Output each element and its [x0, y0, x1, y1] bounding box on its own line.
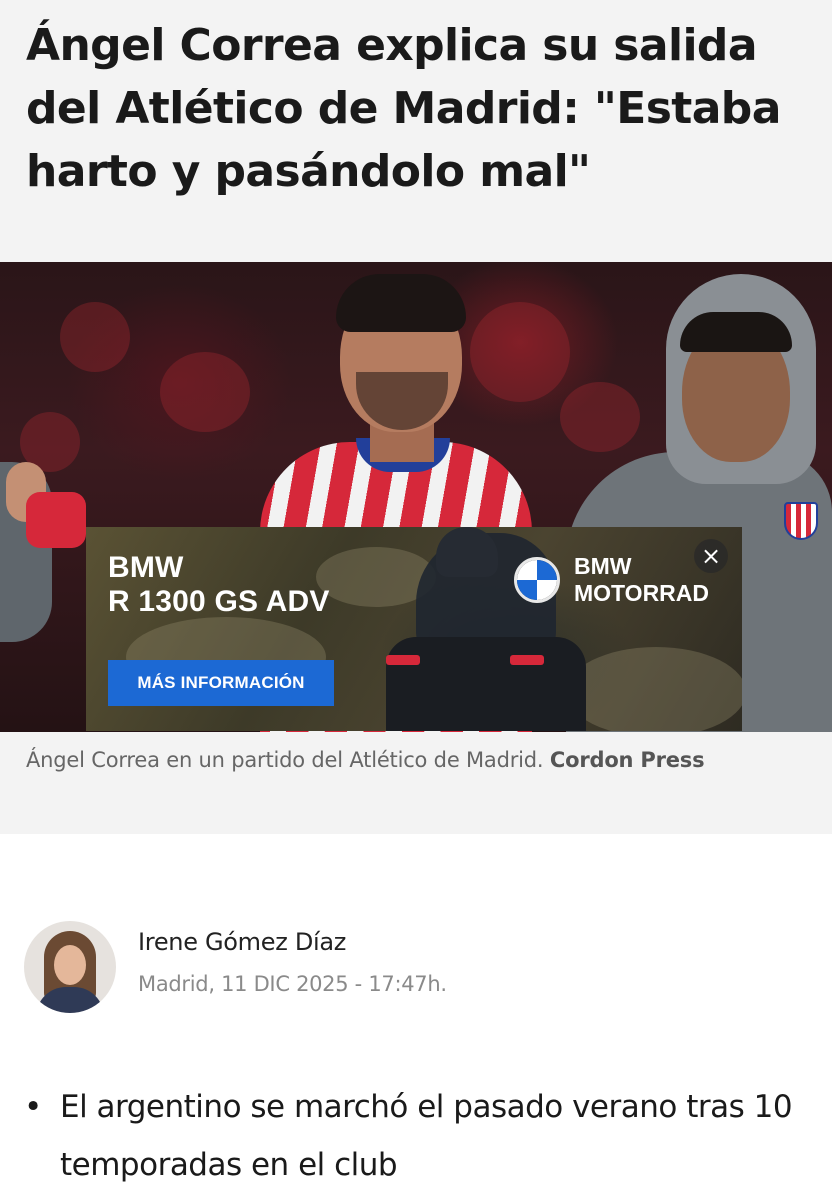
ad-banner[interactable]: BMW R 1300 GS ADV MÁS INFORMACIÓN BMW MO…: [86, 527, 742, 731]
author-name[interactable]: Irene Gómez Díaz: [138, 928, 346, 956]
summary-bullet: • El argentino se marchó el pasado veran…: [24, 1078, 814, 1194]
club-badge-icon: [784, 502, 818, 540]
ad-more-info-button[interactable]: MÁS INFORMACIÓN: [108, 660, 334, 706]
close-icon[interactable]: ×: [694, 539, 728, 573]
article-headline: Ángel Correa explica su salida del Atlét…: [26, 20, 781, 197]
bullet-icon: •: [24, 1089, 42, 1125]
author-dateline: Madrid, 11 DIC 2025 - 17:47h.: [138, 972, 447, 996]
ad-model-name: BMW R 1300 GS ADV: [108, 551, 330, 619]
caption-text: Ángel Correa en un partido del Atlético …: [26, 748, 544, 772]
ad-brand-line2: MOTORRAD: [574, 580, 710, 606]
bullet-text: El argentino se marchó el pasado verano …: [60, 1089, 793, 1183]
ad-brand-line1: BMW: [574, 553, 632, 579]
caption-credit: Cordon Press: [549, 748, 705, 772]
ad-brand-name: BMW MOTORRAD: [574, 553, 709, 607]
ad-model-line1: BMW: [108, 551, 184, 584]
ad-motorcycle-image: [386, 637, 586, 731]
author-avatar[interactable]: [24, 921, 116, 1013]
ad-model-line2: R 1300 GS ADV: [108, 585, 330, 618]
bmw-logo-icon: [514, 557, 560, 603]
photo-caption: Ángel Correa en un partido del Atlético …: [26, 748, 816, 772]
